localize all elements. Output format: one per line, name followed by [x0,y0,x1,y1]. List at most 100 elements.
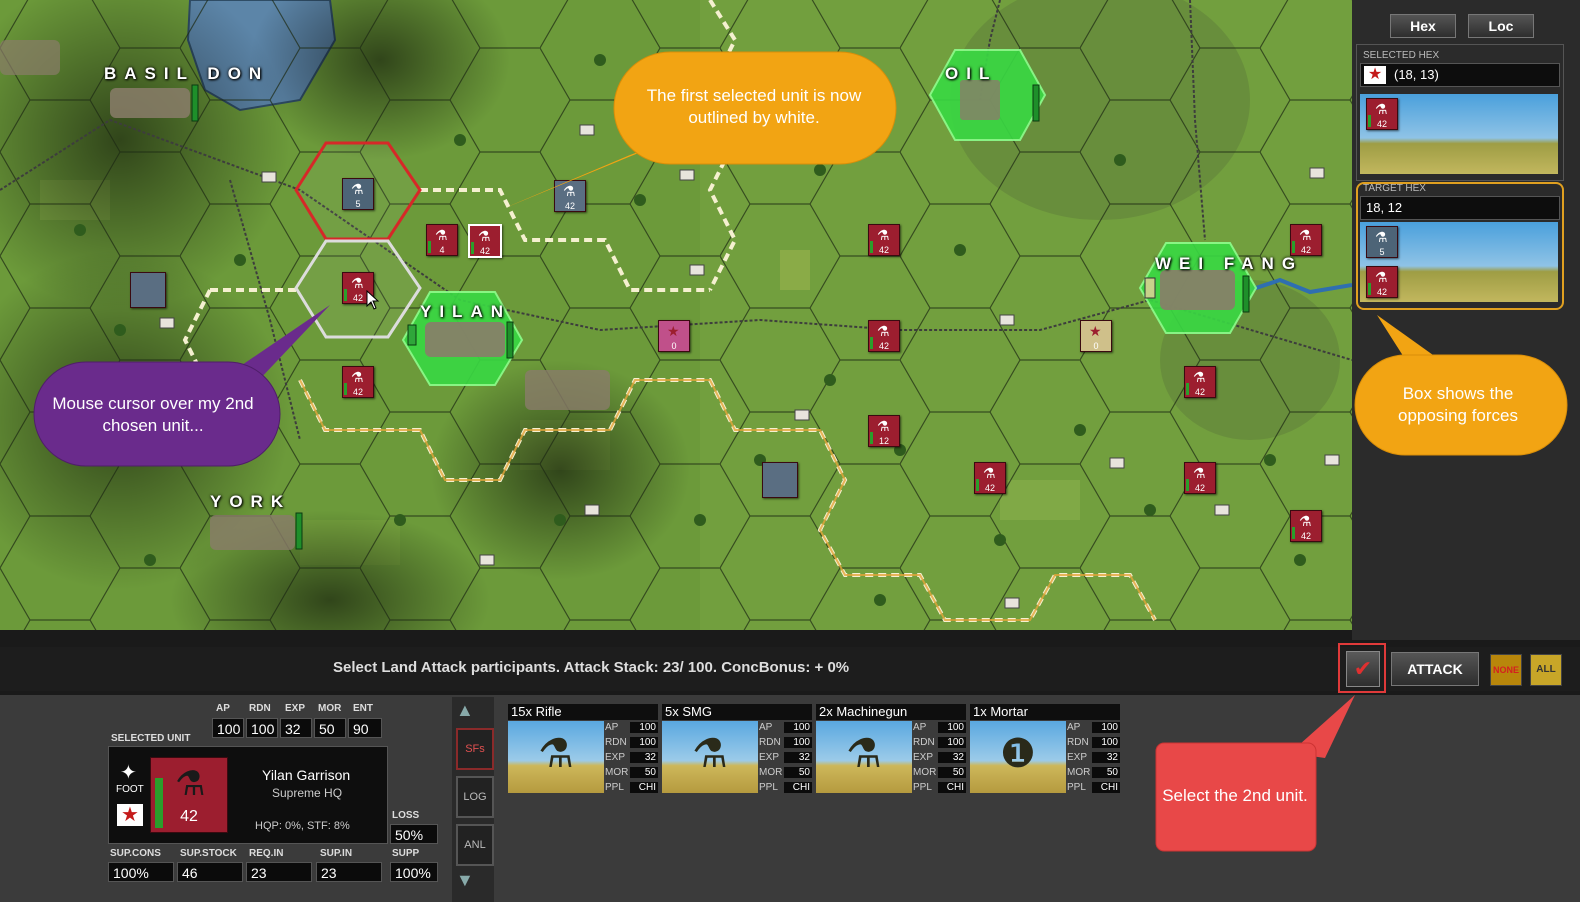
all-button[interactable]: ALL [1530,654,1562,686]
callout-box-shows: Box shows the opposing forces [1397,384,1519,425]
stat-label-rdn: RDN [249,703,271,714]
unit-counter[interactable]: ⚗ 42 [1290,224,1322,256]
stat-label-supp: SUPP [392,848,420,859]
target-unit[interactable]: ⚗ 5 [1366,226,1398,258]
rifleman-icon: ⚗ [538,732,574,776]
subunit-smg-image: ⚗ [662,721,758,793]
subunit-title: 2x Machinegun [816,704,966,720]
sfs-button[interactable]: SFs [456,728,494,770]
infantry-icon: ⚗ [983,465,996,481]
city-label-weifang: WEI FANG [1155,254,1304,273]
star-icon: ★ [667,323,680,339]
infantry-icon: ⚗ [351,275,364,291]
stat-label-sup-stock: SUP.STOCK [180,848,237,859]
game-map[interactable]: BASIL DON OIL YILAN WEI FANG YORK ⚗ 5 ⚗ 4 … [0,0,1352,630]
collapse-up-icon[interactable]: ▲ [456,700,474,721]
stat-req-in: 23 [246,862,312,882]
stat-sup-cons: 100% [108,862,174,882]
subunit-rifle-image: ⚗ [508,721,604,793]
hex-button[interactable]: Hex [1390,14,1456,38]
unit-counter[interactable]: ⚗ 5 [342,178,374,210]
infantry-icon: ⚗ [877,323,890,339]
subunit-card[interactable]: 15x Rifle ⚗ AP 100 RDN 100 EXP 32 MOR 50 PPL… [508,704,658,794]
confirm-checkmark-button[interactable]: ✔ [1346,651,1380,687]
soldier-icon: ⚗ [175,765,206,803]
unit-counter[interactable]: ⚗ 42 [1184,462,1216,494]
stat-sup-in: 23 [316,862,382,882]
unit-counter[interactable]: ⚗ 42 [974,462,1006,494]
subunit-title: 15x Rifle [508,704,658,720]
collapse-down-icon[interactable]: ▼ [456,870,474,891]
unit-counter[interactable]: ⚗ 42 [342,366,374,398]
selected-hex-label: SELECTED HEX [1363,50,1440,61]
callout-select-2nd: Select the 2nd unit. [1162,786,1308,805]
none-button[interactable]: NONE [1490,654,1522,686]
subunit-title: 1x Mortar [970,704,1120,720]
unit-counter[interactable]: ⚗ 42 [868,320,900,352]
subunit-card[interactable]: 2x Machinegun ⚗ AP 100 RDN 100 EXP 32 MOR 50… [816,704,966,794]
loss-value: 50% [390,824,438,844]
mortar-icon: ❶ [1000,732,1036,776]
infantry-icon: ⚗ [877,227,890,243]
infantry-icon: ⚗ [435,227,448,243]
subunit-title: 5x SMG [662,704,812,720]
stat-rdn: 100 [246,718,278,738]
city-label-yilan: YILAN [420,302,511,321]
unit-counter-selected[interactable]: ⚗ 42 [468,224,502,258]
infantry-icon: ⚗ [1193,465,1206,481]
city-label-basildon: BASIL DON [104,64,270,83]
foot-icon: ✦ [120,762,137,784]
stat-label-req-in: REQ.IN [249,848,284,859]
subunit-card[interactable]: 5x SMG ⚗ AP 100 RDN 100 EXP 32 MOR 50 PPL CHI [662,704,812,794]
infantry-icon: ⚗ [1375,101,1388,117]
stat-label-exp: EXP [285,703,306,714]
infantry-icon: ⚗ [1299,513,1312,529]
unit-counter[interactable]: ⚗ 4 [426,224,458,256]
city-label-oil: OIL [945,64,998,83]
infantry-icon: ⚗ [351,181,364,197]
selected-unit-label: SELECTED UNIT [111,733,191,744]
mouse-cursor-icon [366,290,380,310]
subunit-card[interactable]: 1x Mortar ❶ AP 100 RDN 100 EXP 32 MOR 50 PPL… [970,704,1120,794]
empty-unit-marker[interactable] [762,462,798,498]
stat-label-sup-cons: SUP.CONS [110,848,161,859]
callout-mouse-cursor: Mouse cursor over my 2nd chosen unit... [52,394,254,435]
faction-star-icon: ★ [117,804,143,826]
unit-hqp-stf: HQP: 0%, STF: 8% [255,820,350,832]
hq-counter[interactable]: ★ 0 [1080,320,1112,352]
selected-hex-unit[interactable]: ⚗ 42 [1366,98,1398,130]
checkmark-icon: ✔ [1353,656,1373,681]
smg-soldier-icon: ⚗ [692,732,728,776]
star-icon: ★ [1089,323,1102,339]
infantry-icon: ⚗ [1299,227,1312,243]
callout-first-unit: The first selected unit is now outlined … [646,86,862,127]
anl-button[interactable]: ANL [456,824,494,866]
unit-counter[interactable]: ⚗ 12 [868,415,900,447]
infantry-icon: ⚗ [877,418,890,434]
stat-label-sup-in: SUP.IN [320,848,353,859]
target-hex-field: 18, 12 [1360,196,1560,220]
hq-counter[interactable]: ★ 0 [658,320,690,352]
loc-button[interactable]: Loc [1468,14,1534,38]
loss-label: LOSS [392,810,420,821]
infantry-icon: ⚗ [351,369,364,385]
unit-hq: Supreme HQ [272,786,343,800]
subunit-mortar-image: ❶ [970,721,1066,793]
stat-sup-stock: 46 [177,862,243,882]
stat-label-ap: AP [216,703,230,714]
infantry-icon: ⚗ [1193,369,1206,385]
target-unit[interactable]: ⚗ 42 [1366,266,1398,298]
stat-ent: 90 [348,718,382,738]
unit-counter[interactable]: ⚗ 42 [868,224,900,256]
attack-button[interactable]: ATTACK [1391,652,1479,686]
log-button[interactable]: LOG [456,776,494,818]
stat-mor: 50 [314,718,346,738]
faction-star-icon: ★ [1364,66,1386,84]
city-label-york: YORK [210,492,292,511]
machinegun-icon: ⚗ [846,732,882,776]
unit-counter[interactable]: ⚗ 42 [1184,366,1216,398]
unit-counter[interactable]: ⚗ 42 [1290,510,1322,542]
subunit-machinegun-image: ⚗ [816,721,912,793]
selected-hex-field: ★ (18, 13) [1360,63,1560,87]
foot-label: FOOT [116,784,144,795]
